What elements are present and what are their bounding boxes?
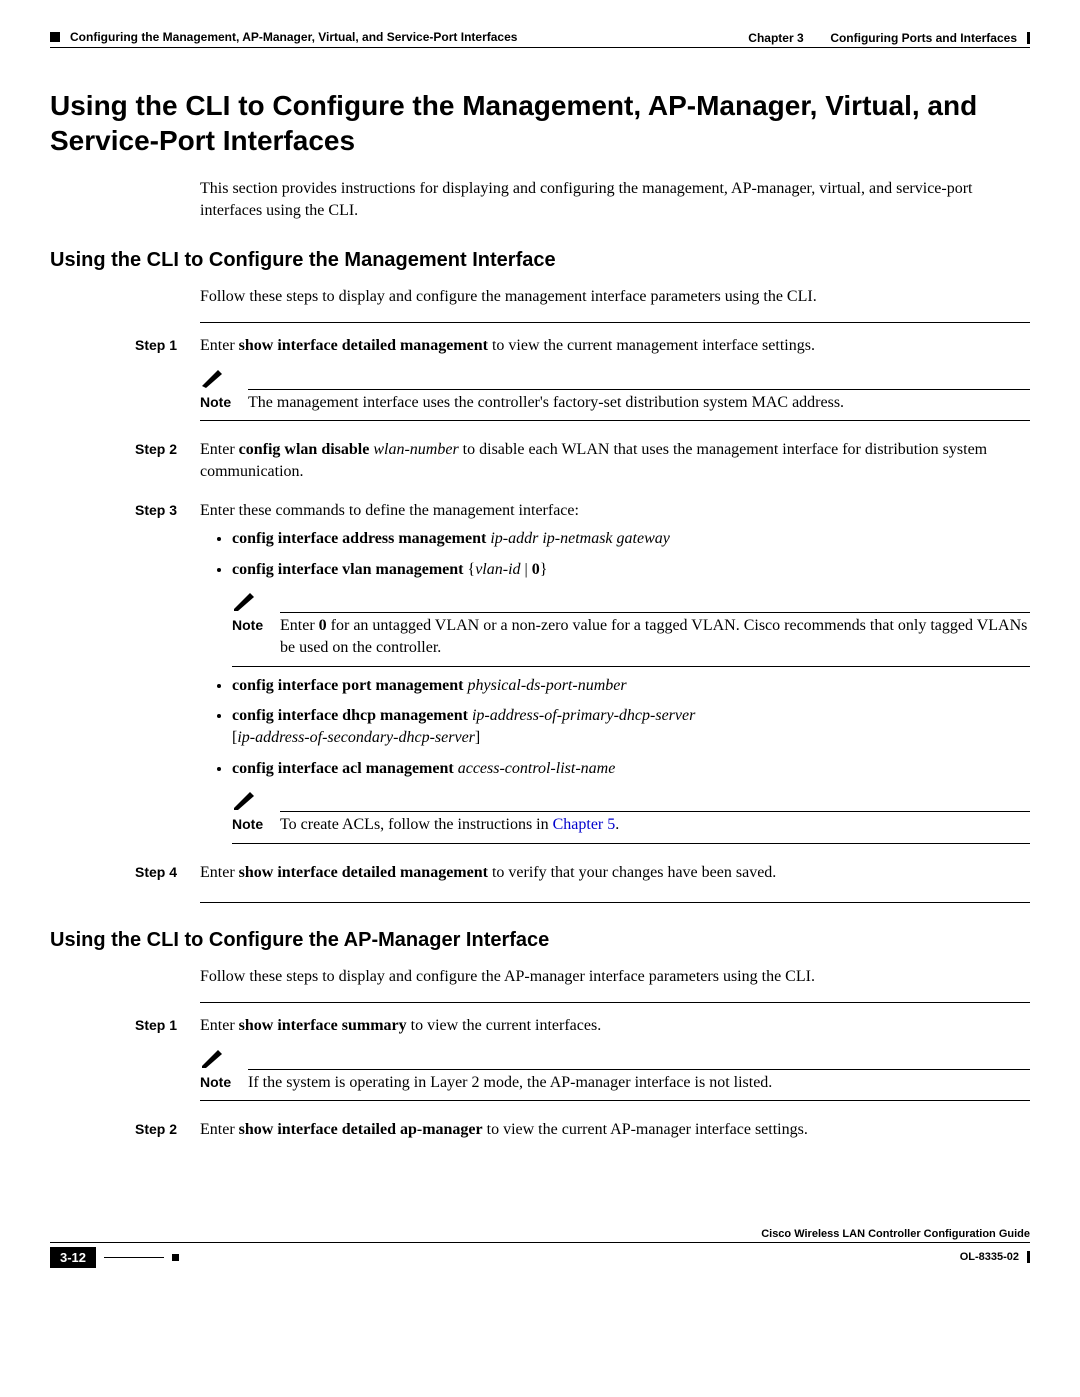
- section-heading: Using the CLI to Configure the Managemen…: [50, 249, 1030, 272]
- page-title: Using the CLI to Configure the Managemen…: [50, 88, 1030, 158]
- footer-block-icon: [172, 1254, 179, 1261]
- section-heading: Using the CLI to Configure the AP-Manage…: [50, 929, 1030, 952]
- step-text: Enter config wlan disable wlan-number to…: [200, 439, 1030, 484]
- step-label: Step 3: [135, 500, 200, 518]
- note-block: Note Enter 0 for an untagged VLAN or a n…: [232, 589, 1030, 667]
- step-text: Enter show interface detailed ap-manager…: [200, 1119, 1030, 1141]
- footer-docid: OL-8335-02: [960, 1251, 1019, 1263]
- step-row: Step 2 Enter config wlan disable wlan-nu…: [50, 439, 1030, 490]
- list-item: config interface vlan management {vlan-i…: [232, 559, 1030, 581]
- section-intro: Follow these steps to display and config…: [200, 966, 1030, 988]
- footer-bar-icon: [1027, 1251, 1030, 1263]
- note-label: Note: [232, 812, 280, 836]
- footer-rule-icon: [104, 1257, 164, 1258]
- page-footer: Cisco Wireless LAN Controller Configurat…: [50, 1228, 1030, 1268]
- note-block: Note If the system is operating in Layer…: [200, 1046, 1030, 1101]
- header-block-icon: [50, 32, 60, 42]
- note-text: To create ACLs, follow the instructions …: [280, 812, 1030, 836]
- note-text: The management interface uses the contro…: [248, 390, 1030, 414]
- note-label: Note: [200, 390, 248, 414]
- list-item: config interface dhcp management ip-addr…: [232, 705, 1030, 750]
- note-block: Note The management interface uses the c…: [200, 366, 1030, 421]
- header-chapter-label: Chapter 3: [748, 31, 803, 45]
- step-label: Step 4: [135, 862, 200, 880]
- list-item: config interface port management physica…: [232, 675, 1030, 697]
- chapter-link[interactable]: Chapter 5: [553, 816, 616, 833]
- note-label: Note: [200, 1070, 248, 1094]
- page-header: Configuring the Management, AP-Manager, …: [50, 30, 1030, 45]
- step-divider: [200, 902, 1030, 903]
- step-row: Step 4 Enter show interface detailed man…: [50, 862, 1030, 890]
- note-text: Enter 0 for an untagged VLAN or a non-ze…: [280, 613, 1030, 660]
- note-text: If the system is operating in Layer 2 mo…: [248, 1070, 1030, 1094]
- step-text: Enter show interface detailed management…: [200, 862, 1030, 884]
- step-divider: [200, 1002, 1030, 1003]
- header-chapter-title: Configuring Ports and Interfaces: [830, 31, 1017, 45]
- pencil-note-icon: [232, 589, 258, 611]
- step-row: Step 1 Enter show interface summary to v…: [50, 1015, 1030, 1109]
- pencil-note-icon: [200, 1046, 226, 1068]
- step-text: Enter show interface detailed management…: [200, 335, 1030, 357]
- note-label: Note: [232, 613, 280, 660]
- step-text: Enter these commands to define the manag…: [200, 500, 1030, 522]
- section-intro: Follow these steps to display and config…: [200, 286, 1030, 308]
- pencil-note-icon: [200, 366, 226, 388]
- pencil-note-icon: [232, 788, 258, 810]
- header-section: Configuring the Management, AP-Manager, …: [70, 30, 517, 44]
- step-label: Step 1: [135, 1015, 200, 1033]
- step-label: Step 1: [135, 335, 200, 353]
- step-label: Step 2: [135, 1119, 200, 1137]
- list-item: config interface address management ip-a…: [232, 528, 1030, 550]
- header-rule: [50, 47, 1030, 48]
- list-item: config interface acl management access-c…: [232, 758, 1030, 780]
- footer-guide: Cisco Wireless LAN Controller Configurat…: [761, 1228, 1030, 1240]
- step-text: Enter show interface summary to view the…: [200, 1015, 1030, 1037]
- step-row: Step 3 Enter these commands to define th…: [50, 500, 1030, 852]
- step-divider: [200, 322, 1030, 323]
- header-bar-icon: [1027, 32, 1030, 44]
- page-number: 3-12: [50, 1247, 96, 1268]
- step-row: Step 1 Enter show interface detailed man…: [50, 335, 1030, 429]
- note-block: Note To create ACLs, follow the instruct…: [232, 788, 1030, 843]
- step-row: Step 2 Enter show interface detailed ap-…: [50, 1119, 1030, 1147]
- intro-paragraph: This section provides instructions for d…: [200, 178, 1030, 223]
- step-label: Step 2: [135, 439, 200, 457]
